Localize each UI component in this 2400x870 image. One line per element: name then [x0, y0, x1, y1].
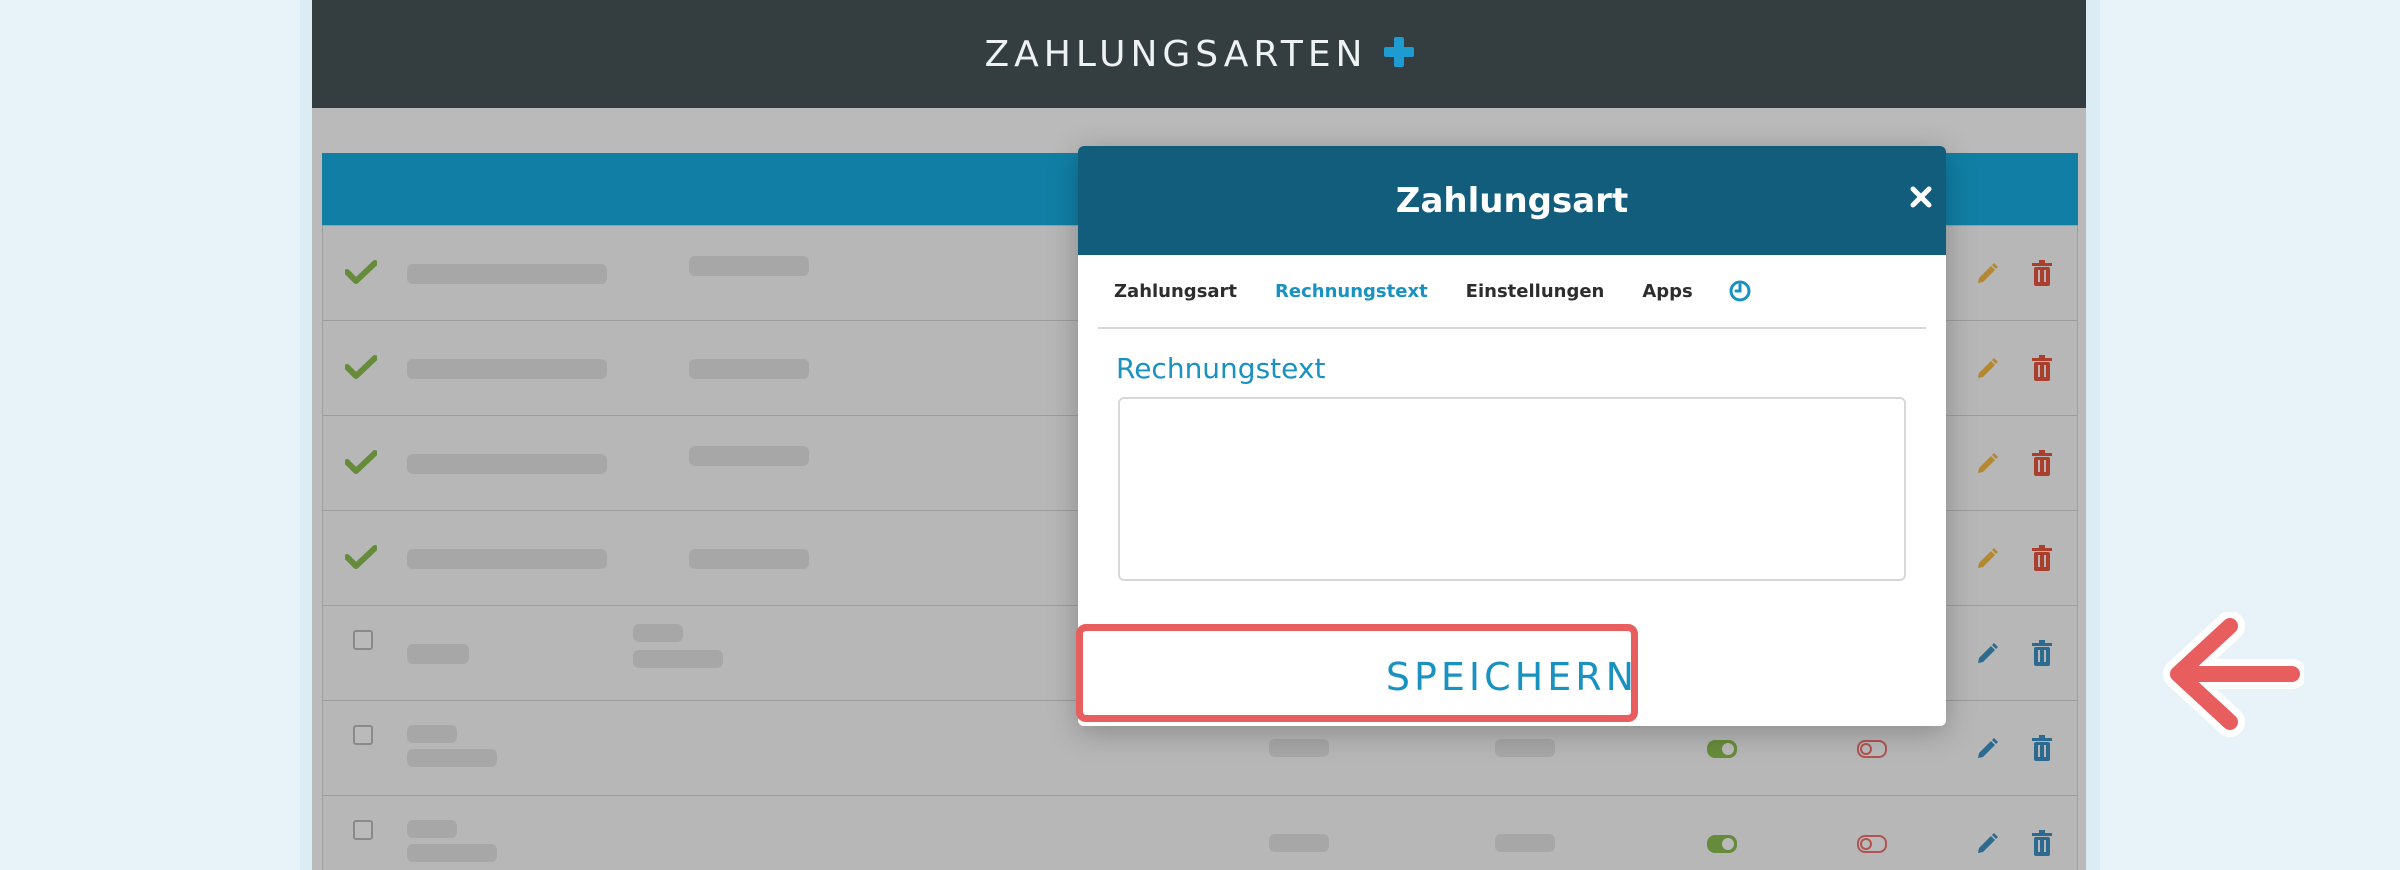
invoice-text-label: Rechnungstext [1116, 352, 1326, 385]
arrow-left-icon [2163, 612, 2304, 737]
invoice-text-textarea[interactable] [1118, 397, 1906, 581]
tab-zahlungsart[interactable]: Zahlungsart [1114, 281, 1237, 302]
top-bar: ZAHLUNGSARTEN [312, 0, 2086, 108]
dialog-header: Zahlungsart [1078, 146, 1946, 255]
app-window: ZAHLUNGSARTEN Zahlungsart Zahlungsart Re… [312, 0, 2086, 870]
screenshot-stage: ZAHLUNGSARTEN Zahlungsart Zahlungsart Re… [0, 0, 2400, 870]
clock-icon[interactable] [1729, 280, 1751, 302]
dialog-title: Zahlungsart [1395, 180, 1629, 221]
page-title: ZAHLUNGSARTEN [984, 33, 1368, 75]
dialog-tabs: Zahlungsart Rechnungstext Einstellungen … [1098, 255, 1926, 329]
tab-einstellungen[interactable]: Einstellungen [1466, 281, 1605, 302]
save-button[interactable]: SPEICHERN [1078, 628, 1946, 726]
plus-icon[interactable] [1383, 37, 1414, 67]
payment-method-dialog: Zahlungsart Zahlungsart Rechnungstext Ei… [1078, 146, 1946, 726]
close-icon[interactable] [1908, 184, 1934, 210]
tab-rechnungstext[interactable]: Rechnungstext [1275, 281, 1428, 302]
tab-apps[interactable]: Apps [1642, 281, 1692, 302]
